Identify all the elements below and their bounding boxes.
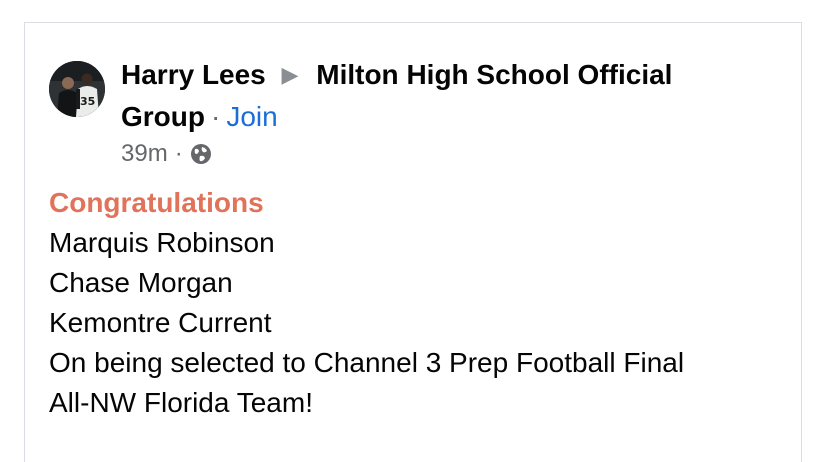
join-link[interactable]: Join	[226, 101, 277, 132]
separator-dot: ·	[174, 140, 183, 167]
body-line: Marquis Robinson	[49, 227, 275, 258]
post-card: 35 Harry Lees ▶ Milton High School Offic…	[24, 22, 802, 462]
arrow-right-icon: ▶	[281, 62, 299, 87]
globe-icon[interactable]	[190, 143, 212, 165]
body-line: All-NW Florida Team!	[49, 387, 313, 418]
body-line: Kemontre Current	[49, 307, 272, 338]
post-headline: Congratulations	[49, 187, 264, 218]
author-name[interactable]: Harry Lees	[121, 59, 266, 90]
group-name-line2[interactable]: Group	[121, 101, 205, 132]
post-meta: 39m ·	[121, 139, 212, 169]
avatar[interactable]: 35	[49, 61, 105, 117]
separator-dot: ·	[211, 101, 221, 132]
body-line: Chase Morgan	[49, 267, 233, 298]
svg-text:35: 35	[80, 95, 95, 108]
body-line: On being selected to Channel 3 Prep Foot…	[49, 347, 685, 378]
post-header: Harry Lees ▶ Milton High School Official…	[121, 55, 761, 137]
timestamp[interactable]: 39m	[121, 139, 168, 169]
group-name-line1[interactable]: Milton High School Official	[316, 59, 672, 90]
post-body: Congratulations Marquis Robinson Chase M…	[49, 183, 789, 423]
